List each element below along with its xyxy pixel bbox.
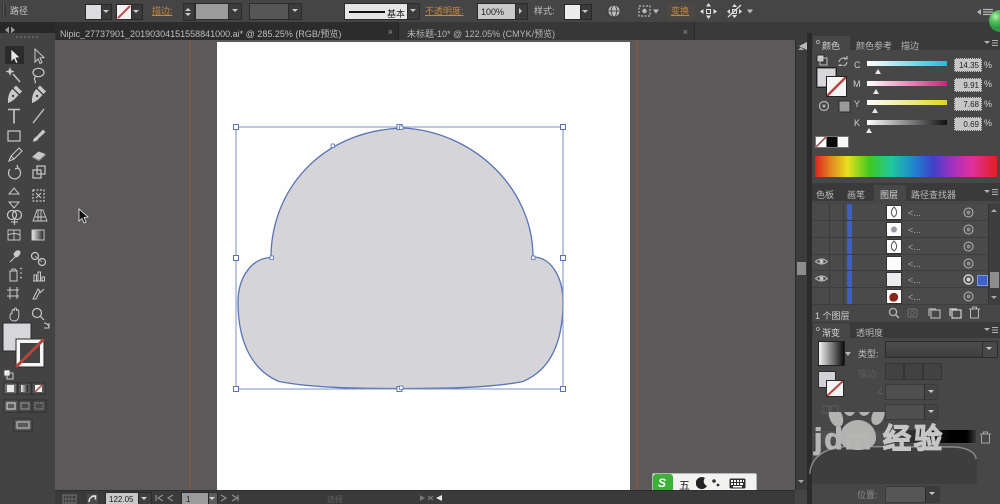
svg-text:经验: 经验 xyxy=(883,422,945,454)
svg-text:jdm: jdm xyxy=(813,423,873,456)
